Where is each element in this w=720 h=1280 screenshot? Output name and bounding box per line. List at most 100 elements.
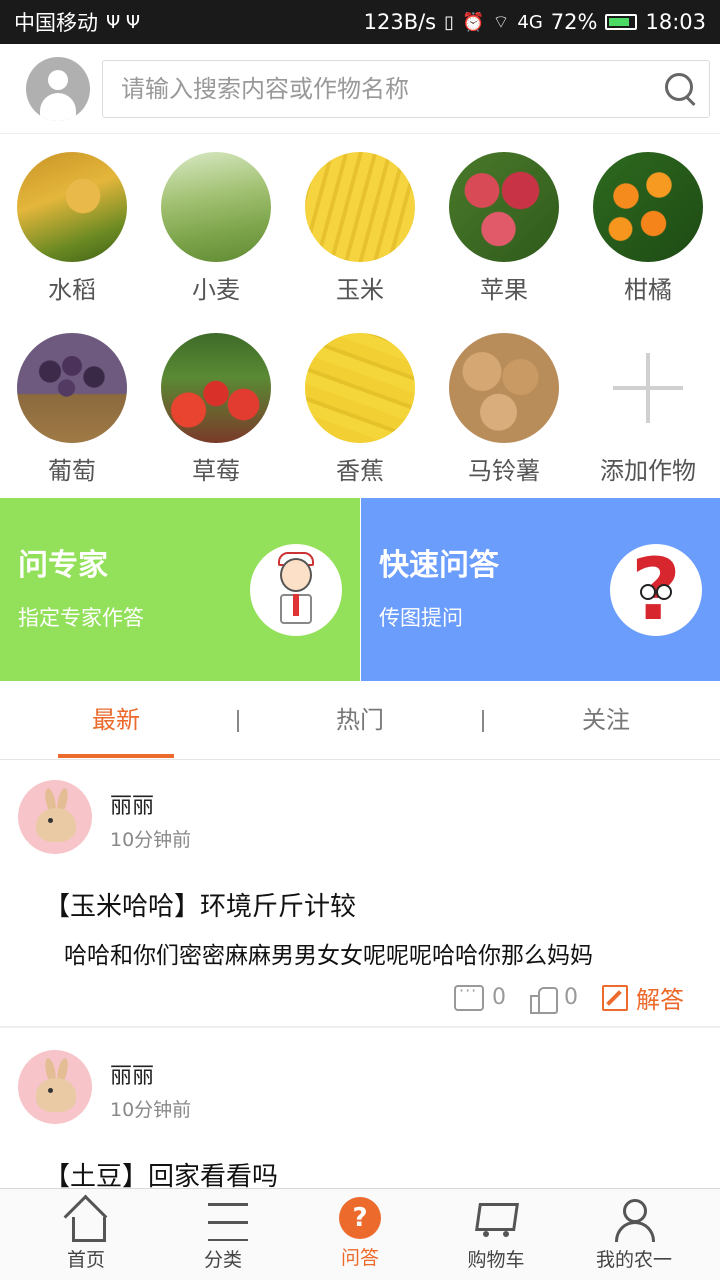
tab-separator [482,710,484,732]
crop-rice[interactable]: 水稻 [0,152,144,305]
question-card[interactable]: 丽丽 10分钟前 【玉米哈哈】环境斤斤计较 哈哈和你们密密麻麻男男女女呢呢呢哈哈… [0,762,720,1028]
status-right: 123B/s ▯ ⏰ ⌔ 4G 72% 18:03 [364,10,706,34]
post-title[interactable]: 【玉米哈哈】环境斤斤计较 [44,886,356,923]
rabbit-eye [48,1088,53,1093]
tab-latest[interactable]: 最新 [36,682,196,760]
crop-citrus[interactable]: 柑橘 [576,152,720,305]
battery-icon [605,14,638,30]
profile-icon [609,1197,659,1242]
crop-grid: 水稻 小麦 玉米 苹果 柑橘 葡萄 草莓 香蕉 马铃薯 添加作物 [0,136,720,498]
nav-category[interactable]: 分类 [151,1189,295,1280]
banner-title: 问专家 [18,548,108,583]
comment-icon [454,981,484,1011]
question-card[interactable]: 丽丽 10分钟前 【土豆】回家看看吗 [0,1032,720,1192]
rabbit-avatar[interactable] [18,1050,92,1124]
wheat-image [161,152,271,262]
question-mark-icon: ? [610,544,702,636]
vibrate-icon: ▯ [444,11,455,33]
crop-apple[interactable]: 苹果 [432,152,576,305]
plus-icon [593,333,703,443]
header [0,44,720,134]
feed-tabs: 最新 热门 关注 [0,682,720,760]
tab-hot[interactable]: 热门 [280,682,440,760]
crop-label: 水稻 [48,276,96,304]
crop-banana[interactable]: 香蕉 [288,333,432,486]
crop-label: 香蕉 [336,457,384,485]
net-speed: 123B/s [363,10,437,34]
quick-qa-banner[interactable]: 快速问答 传图提问 ? [361,498,720,681]
carrier-label: 中国移动 [14,11,98,35]
like-count: 0 [564,985,578,1010]
crop-grape[interactable]: 葡萄 [0,333,144,486]
rabbit-avatar[interactable] [18,780,92,854]
banana-image [305,333,415,443]
post-username[interactable]: 丽丽 [110,788,154,820]
avatar-body [40,92,76,121]
strawberry-image [161,333,271,443]
status-bar: 中国移动 Ψ Ψ 123B/s ▯ ⏰ ⌔ 4G 72% 18:03 [0,0,720,44]
signal-icon: 4G [517,11,543,33]
crop-wheat[interactable]: 小麦 [144,152,288,305]
like-button[interactable]: 0 [530,985,578,1014]
tab-following[interactable]: 关注 [526,682,686,760]
answer-label: 解答 [636,986,684,1014]
crop-label: 玉米 [336,276,384,304]
nav-profile[interactable]: 我的农一 [562,1189,706,1280]
bottom-nav: 首页 分类 ? 问答 购物车 我的农一 [0,1188,720,1280]
search-icon[interactable] [663,71,699,107]
usb-icon: Ψ Ψ [106,11,141,33]
comment-button[interactable]: 0 [454,981,506,1011]
comment-count: 0 [492,985,506,1010]
add-crop-button[interactable]: 添加作物 [576,333,720,486]
user-avatar[interactable] [26,56,90,121]
rice-image [17,152,127,262]
crop-corn[interactable]: 玉米 [288,152,432,305]
crop-strawberry[interactable]: 草莓 [144,333,288,486]
avatar-head [48,69,68,90]
post-username[interactable]: 丽丽 [110,1058,154,1090]
banner-subtitle: 指定专家作答 [18,606,144,630]
battery-percent: 72% [550,10,598,34]
banner-subtitle: 传图提问 [379,606,463,630]
alarm-icon: ⏰ [462,11,485,33]
grape-image [17,333,127,443]
crop-label: 小麦 [192,276,240,304]
crop-label: 马铃薯 [468,457,540,485]
corn-image [305,152,415,262]
nav-label: 我的农一 [595,1249,672,1271]
nav-label: 购物车 [467,1249,525,1271]
search-input[interactable] [121,74,663,103]
search-box[interactable] [102,59,710,118]
crop-label: 葡萄 [48,457,96,485]
status-left: 中国移动 Ψ Ψ [14,7,140,37]
clock: 18:03 [645,10,706,34]
rabbit-eye [48,818,53,823]
wifi-icon: ⌔ [492,11,510,33]
post-time: 10分钟前 [110,1099,192,1121]
potato-image [449,333,559,443]
doctor-tie [293,594,299,616]
crop-potato[interactable]: 马铃薯 [432,333,576,486]
rabbit-body [36,1078,76,1112]
post-body: 哈哈和你们密密麻麻男男女女呢呢呢哈哈你那么妈妈 [64,943,593,969]
crop-label: 柑橘 [624,276,672,304]
ask-expert-banner[interactable]: 问专家 指定专家作答 [0,498,360,681]
crop-label: 苹果 [480,276,528,304]
edit-icon [602,984,628,1011]
doctor-face [280,558,312,592]
answer-button[interactable]: 解答 [602,980,684,1015]
nav-label: 首页 [66,1249,105,1271]
nav-label: 分类 [203,1249,242,1271]
nav-qa[interactable]: ? 问答 [288,1189,432,1280]
nav-cart[interactable]: 购物车 [424,1189,568,1280]
citrus-image [593,152,703,262]
thumbs-up-icon [530,985,558,1014]
doctor-icon [250,544,342,636]
list-icon [198,1197,248,1241]
tab-separator [237,710,239,732]
nav-home[interactable]: 首页 [14,1189,158,1280]
post-actions: 0 0 解答 [454,980,684,1015]
home-icon [61,1197,111,1242]
apple-image [449,152,559,262]
banner-title: 快速问答 [379,548,499,583]
